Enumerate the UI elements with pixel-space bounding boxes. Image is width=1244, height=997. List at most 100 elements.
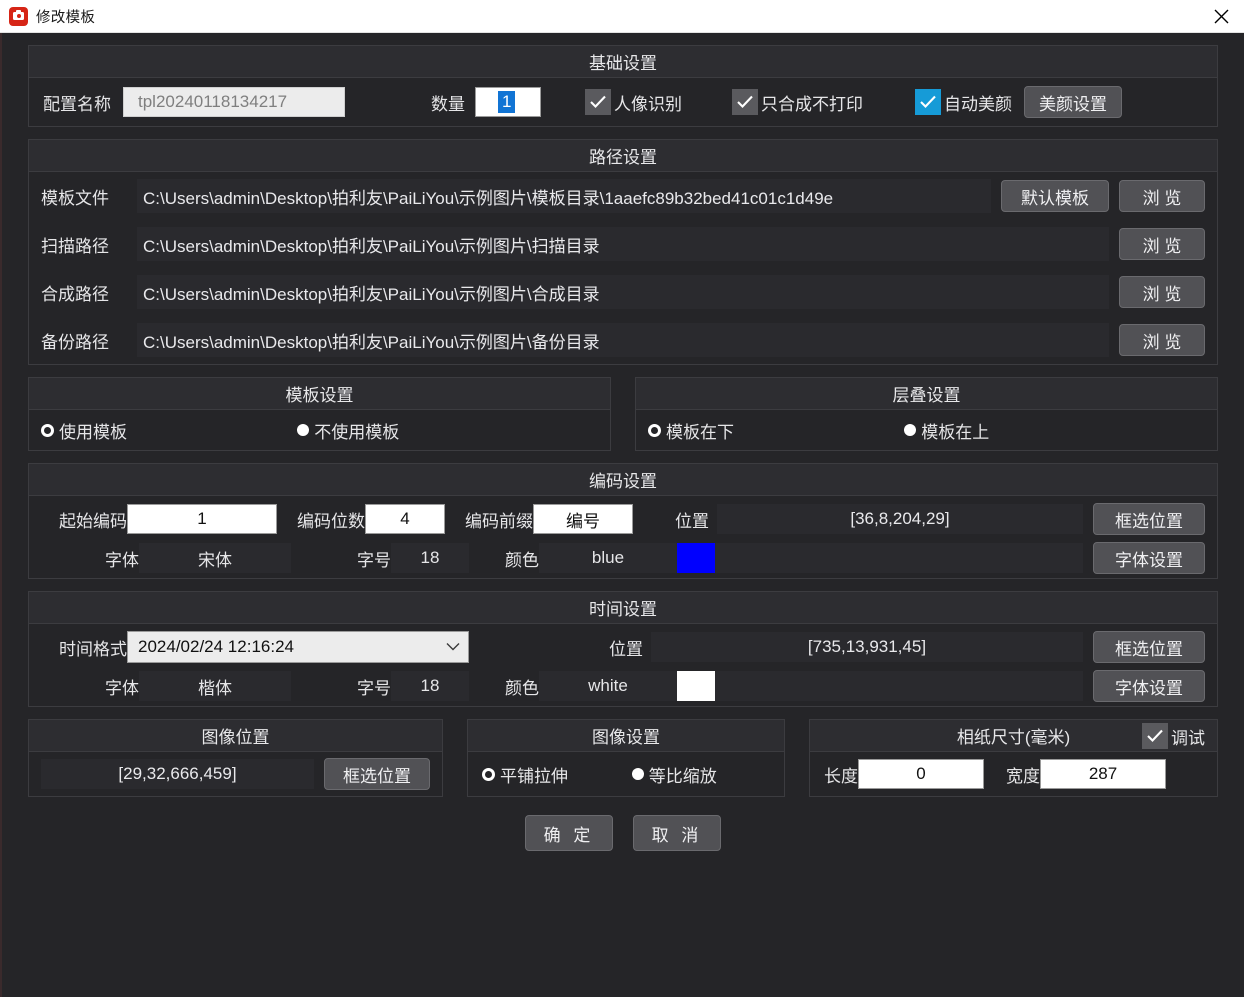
config-name-field[interactable]: tpl20240118134217: [123, 87, 345, 117]
checkbox-debug-label: 调试: [1171, 728, 1205, 748]
compose-path-label: 合成路径: [41, 284, 109, 304]
checkbox-face-recognition[interactable]: 人像识别: [585, 89, 682, 115]
radio-unselected-icon: [297, 424, 310, 436]
time-format-dropdown[interactable]: 2024/02/24 12:16:24: [127, 631, 469, 663]
path-settings-title: 路径设置: [589, 148, 657, 167]
template-settings-group: 模板设置 使用模板 不使用模板: [28, 377, 611, 451]
paper-length-input[interactable]: 0: [858, 759, 984, 789]
checkbox-debug[interactable]: 调试: [1142, 723, 1205, 749]
path-settings-group: 路径设置 模板文件 C:\Users\admin\Desktop\拍利友\Pai…: [28, 139, 1218, 365]
time-font-value[interactable]: 楷体: [139, 671, 291, 701]
backup-path-value[interactable]: C:\Users\admin\Desktop\拍利友\PaiLiYou\示例图片…: [137, 323, 1109, 357]
time-select-position-button[interactable]: 框选位置: [1093, 631, 1205, 663]
radio-template-above[interactable]: 模板在上: [904, 418, 989, 443]
beauty-settings-button[interactable]: 美颜设置: [1024, 86, 1122, 118]
start-code-label: 起始编码: [59, 511, 127, 531]
time-color-swatch[interactable]: [677, 671, 715, 701]
paper-width-input[interactable]: 287: [1040, 759, 1166, 789]
basic-settings-group: 基础设置 配置名称 tpl20240118134217 数量 1 人像识别 只合…: [28, 45, 1218, 127]
encoding-color-value: blue: [539, 543, 677, 573]
scan-path-label: 扫描路径: [41, 236, 109, 256]
time-size-label: 字号: [357, 678, 391, 698]
encoding-color-swatch[interactable]: [677, 543, 715, 573]
paper-size-group: 相纸尺寸(毫米) 调试 长度 0 宽度 287: [809, 719, 1218, 797]
quantity-input[interactable]: 1: [475, 87, 541, 117]
title-bar: 修改模板: [0, 0, 1244, 33]
encoding-size-label: 字号: [357, 550, 391, 570]
time-size-value[interactable]: 18: [391, 671, 469, 701]
check-icon: [1142, 723, 1168, 749]
encoding-position-label: 位置: [675, 511, 709, 531]
radio-no-template[interactable]: 不使用模板: [297, 418, 399, 443]
encoding-row-1: 起始编码 1 编码位数 4 编码前缀 编号 位置 [36,8,204,29] 框…: [29, 500, 1217, 538]
close-icon[interactable]: [1198, 0, 1244, 33]
encoding-font-value[interactable]: 宋体: [139, 543, 291, 573]
ok-button[interactable]: 确 定: [525, 815, 613, 851]
radio-selected-icon: [648, 423, 661, 437]
time-row-2: 字体 楷体 字号 18 颜色 white 字体设置: [29, 666, 1217, 706]
image-position-value: [29,32,666,459]: [41, 759, 314, 789]
encoding-size-value[interactable]: 18: [391, 543, 469, 573]
radio-no-template-label: 不使用模板: [314, 422, 400, 442]
basic-settings-header: 基础设置: [29, 46, 1217, 78]
checkbox-auto-beauty[interactable]: 自动美颜: [915, 89, 1012, 115]
layer-settings-title: 层叠设置: [892, 386, 961, 405]
image-position-select-button[interactable]: 框选位置: [324, 758, 430, 790]
checkbox-face-recognition-label: 人像识别: [614, 94, 682, 114]
modify-template-dialog: 修改模板 基础设置 配置名称 tpl20240118134217 数量 1 人像…: [0, 0, 1244, 997]
browse-scan-button[interactable]: 浏 览: [1119, 228, 1205, 260]
window-title: 修改模板: [36, 9, 96, 26]
path-row-backup: 备份路径 C:\Users\admin\Desktop\拍利友\PaiLiYou…: [29, 316, 1217, 364]
encoding-select-position-button[interactable]: 框选位置: [1093, 503, 1205, 535]
browse-template-button[interactable]: 浏 览: [1119, 180, 1205, 212]
radio-template-below[interactable]: 模板在下: [648, 418, 904, 443]
chevron-down-icon: [446, 640, 460, 654]
basic-settings-row: 配置名称 tpl20240118134217 数量 1 人像识别 只合成不打印 …: [29, 78, 1217, 126]
basic-settings-title: 基础设置: [589, 54, 657, 73]
checkbox-compose-only[interactable]: 只合成不打印: [732, 89, 863, 115]
layer-settings-group: 层叠设置 模板在下 模板在上: [635, 377, 1218, 451]
time-position-value: [735,13,931,45]: [651, 632, 1083, 662]
quantity-label: 数量: [431, 94, 465, 114]
template-settings-options: 使用模板 不使用模板: [29, 410, 610, 450]
template-file-value[interactable]: C:\Users\admin\Desktop\拍利友\PaiLiYou\示例图片…: [137, 179, 991, 213]
time-format-value: 2024/02/24 12:16:24: [138, 637, 294, 656]
encoding-position-value: [36,8,204,29]: [717, 504, 1083, 534]
radio-selected-icon: [41, 423, 54, 437]
cancel-button[interactable]: 取 消: [633, 815, 721, 851]
radio-proportional-scale[interactable]: 等比缩放: [631, 762, 717, 787]
scan-path-value[interactable]: C:\Users\admin\Desktop\拍利友\PaiLiYou\示例图片…: [137, 227, 1109, 261]
encoding-font-settings-button[interactable]: 字体设置: [1093, 542, 1205, 574]
browse-backup-button[interactable]: 浏 览: [1119, 324, 1205, 356]
image-position-row: [29,32,666,459] 框选位置: [29, 752, 442, 796]
radio-use-template-label: 使用模板: [59, 422, 127, 442]
browse-compose-button[interactable]: 浏 览: [1119, 276, 1205, 308]
radio-tile-stretch-label: 平铺拉伸: [500, 766, 568, 786]
check-icon: [585, 89, 611, 115]
radio-unselected-icon: [631, 768, 644, 780]
time-color-label: 颜色: [505, 678, 539, 698]
time-color-spacer: [715, 671, 1083, 701]
time-font-settings-button[interactable]: 字体设置: [1093, 670, 1205, 702]
default-template-button[interactable]: 默认模板: [1001, 180, 1109, 212]
radio-proportional-scale-label: 等比缩放: [648, 766, 717, 786]
radio-template-below-label: 模板在下: [666, 422, 734, 442]
encoding-settings-header: 编码设置: [29, 464, 1217, 496]
start-code-input[interactable]: 1: [127, 504, 277, 534]
code-digits-label: 编码位数: [297, 511, 365, 531]
check-icon: [915, 89, 941, 115]
code-prefix-input[interactable]: 编号: [533, 504, 633, 534]
encoding-settings-group: 编码设置 起始编码 1 编码位数 4 编码前缀 编号 位置 [36,8,204,…: [28, 463, 1218, 579]
code-digits-input[interactable]: 4: [365, 504, 445, 534]
path-row-compose: 合成路径 C:\Users\admin\Desktop\拍利友\PaiLiYou…: [29, 268, 1217, 316]
layer-settings-options: 模板在下 模板在上: [636, 410, 1217, 450]
encoding-row-2: 字体 宋体 字号 18 颜色 blue 字体设置: [29, 538, 1217, 578]
radio-tile-stretch[interactable]: 平铺拉伸: [482, 762, 632, 787]
compose-path-value[interactable]: C:\Users\admin\Desktop\拍利友\PaiLiYou\示例图片…: [137, 275, 1109, 309]
radio-unselected-icon: [904, 424, 917, 436]
template-layer-row: 模板设置 使用模板 不使用模板 层叠设置 模板在下 模板在上: [28, 377, 1218, 451]
paper-size-title: 相纸尺寸(毫米): [956, 728, 1071, 747]
path-row-template-file: 模板文件 C:\Users\admin\Desktop\拍利友\PaiLiYou…: [29, 172, 1217, 220]
radio-use-template[interactable]: 使用模板: [41, 418, 297, 443]
image-settings-header: 图像设置: [468, 720, 784, 752]
